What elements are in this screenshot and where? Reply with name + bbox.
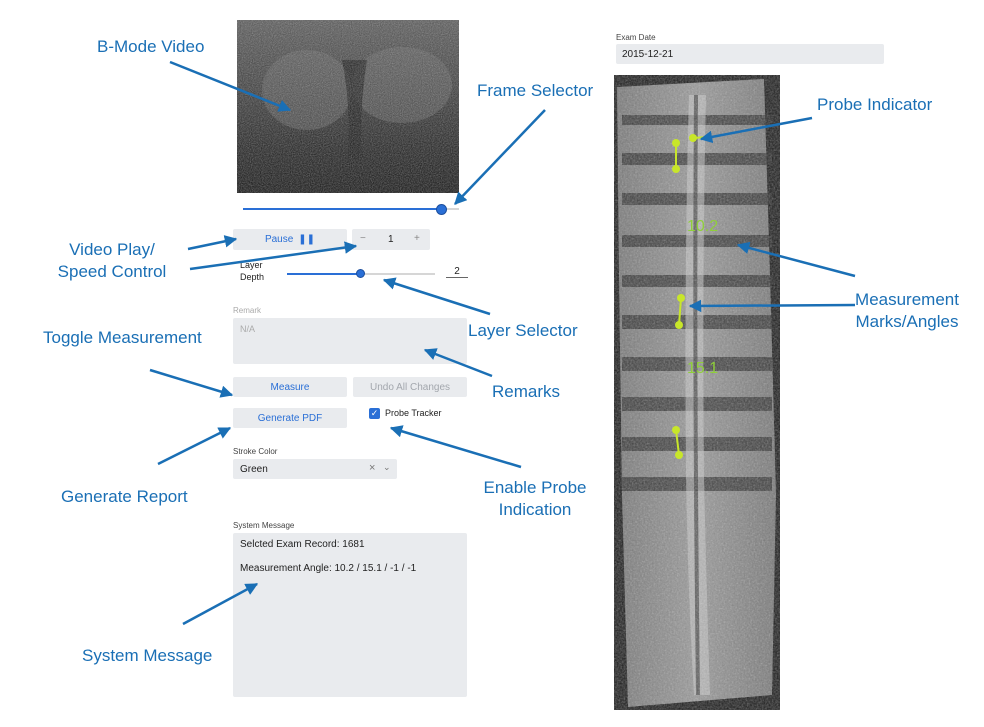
annotation-remarks: Remarks <box>492 382 561 401</box>
arrow-probe-indicator <box>699 116 813 144</box>
arrow-video-play <box>187 235 238 251</box>
annotation-video-play-line2: Speed Control <box>57 262 167 281</box>
annotation-frame-selector: Frame Selector <box>477 81 594 100</box>
arrow-enable-probe <box>389 425 522 469</box>
annotation-video-play: Video Play/ Speed Control <box>50 239 174 283</box>
annotation-layer-selector: Layer Selector <box>468 321 578 340</box>
annotation-enable-probe: Enable Probe Indication <box>478 477 592 521</box>
arrow-frame-selector <box>454 109 546 205</box>
arrow-bmode-video <box>169 60 292 112</box>
arrow-system-message <box>182 582 259 626</box>
annotation-bmode-video: B-Mode Video <box>97 37 205 56</box>
arrow-speed-control <box>189 241 358 271</box>
annotation-system-message: System Message <box>82 646 213 665</box>
annotation-measurement-line1: Measurement <box>855 290 959 309</box>
arrow-generate-report <box>157 426 232 466</box>
arrow-measurement-1 <box>736 241 856 278</box>
annotation-measurement-line2: Marks/Angles <box>855 312 959 331</box>
annotation-generate-report: Generate Report <box>61 487 188 506</box>
annotation-video-play-line1: Video Play/ <box>69 240 155 259</box>
arrow-remarks <box>423 348 493 378</box>
annotation-enable-probe-line2: Indication <box>498 500 572 519</box>
annotation-enable-probe-line1: Enable Probe <box>483 478 587 497</box>
arrow-toggle-measurement <box>149 368 234 398</box>
annotation-toggle-measurement: Toggle Measurement <box>43 328 202 347</box>
arrow-layer-selector <box>382 277 491 316</box>
annotation-measurement-marks: Measurement Marks/Angles <box>845 289 969 333</box>
annotation-probe-indicator: Probe Indicator <box>817 95 933 114</box>
arrow-measurement-2 <box>688 299 856 313</box>
